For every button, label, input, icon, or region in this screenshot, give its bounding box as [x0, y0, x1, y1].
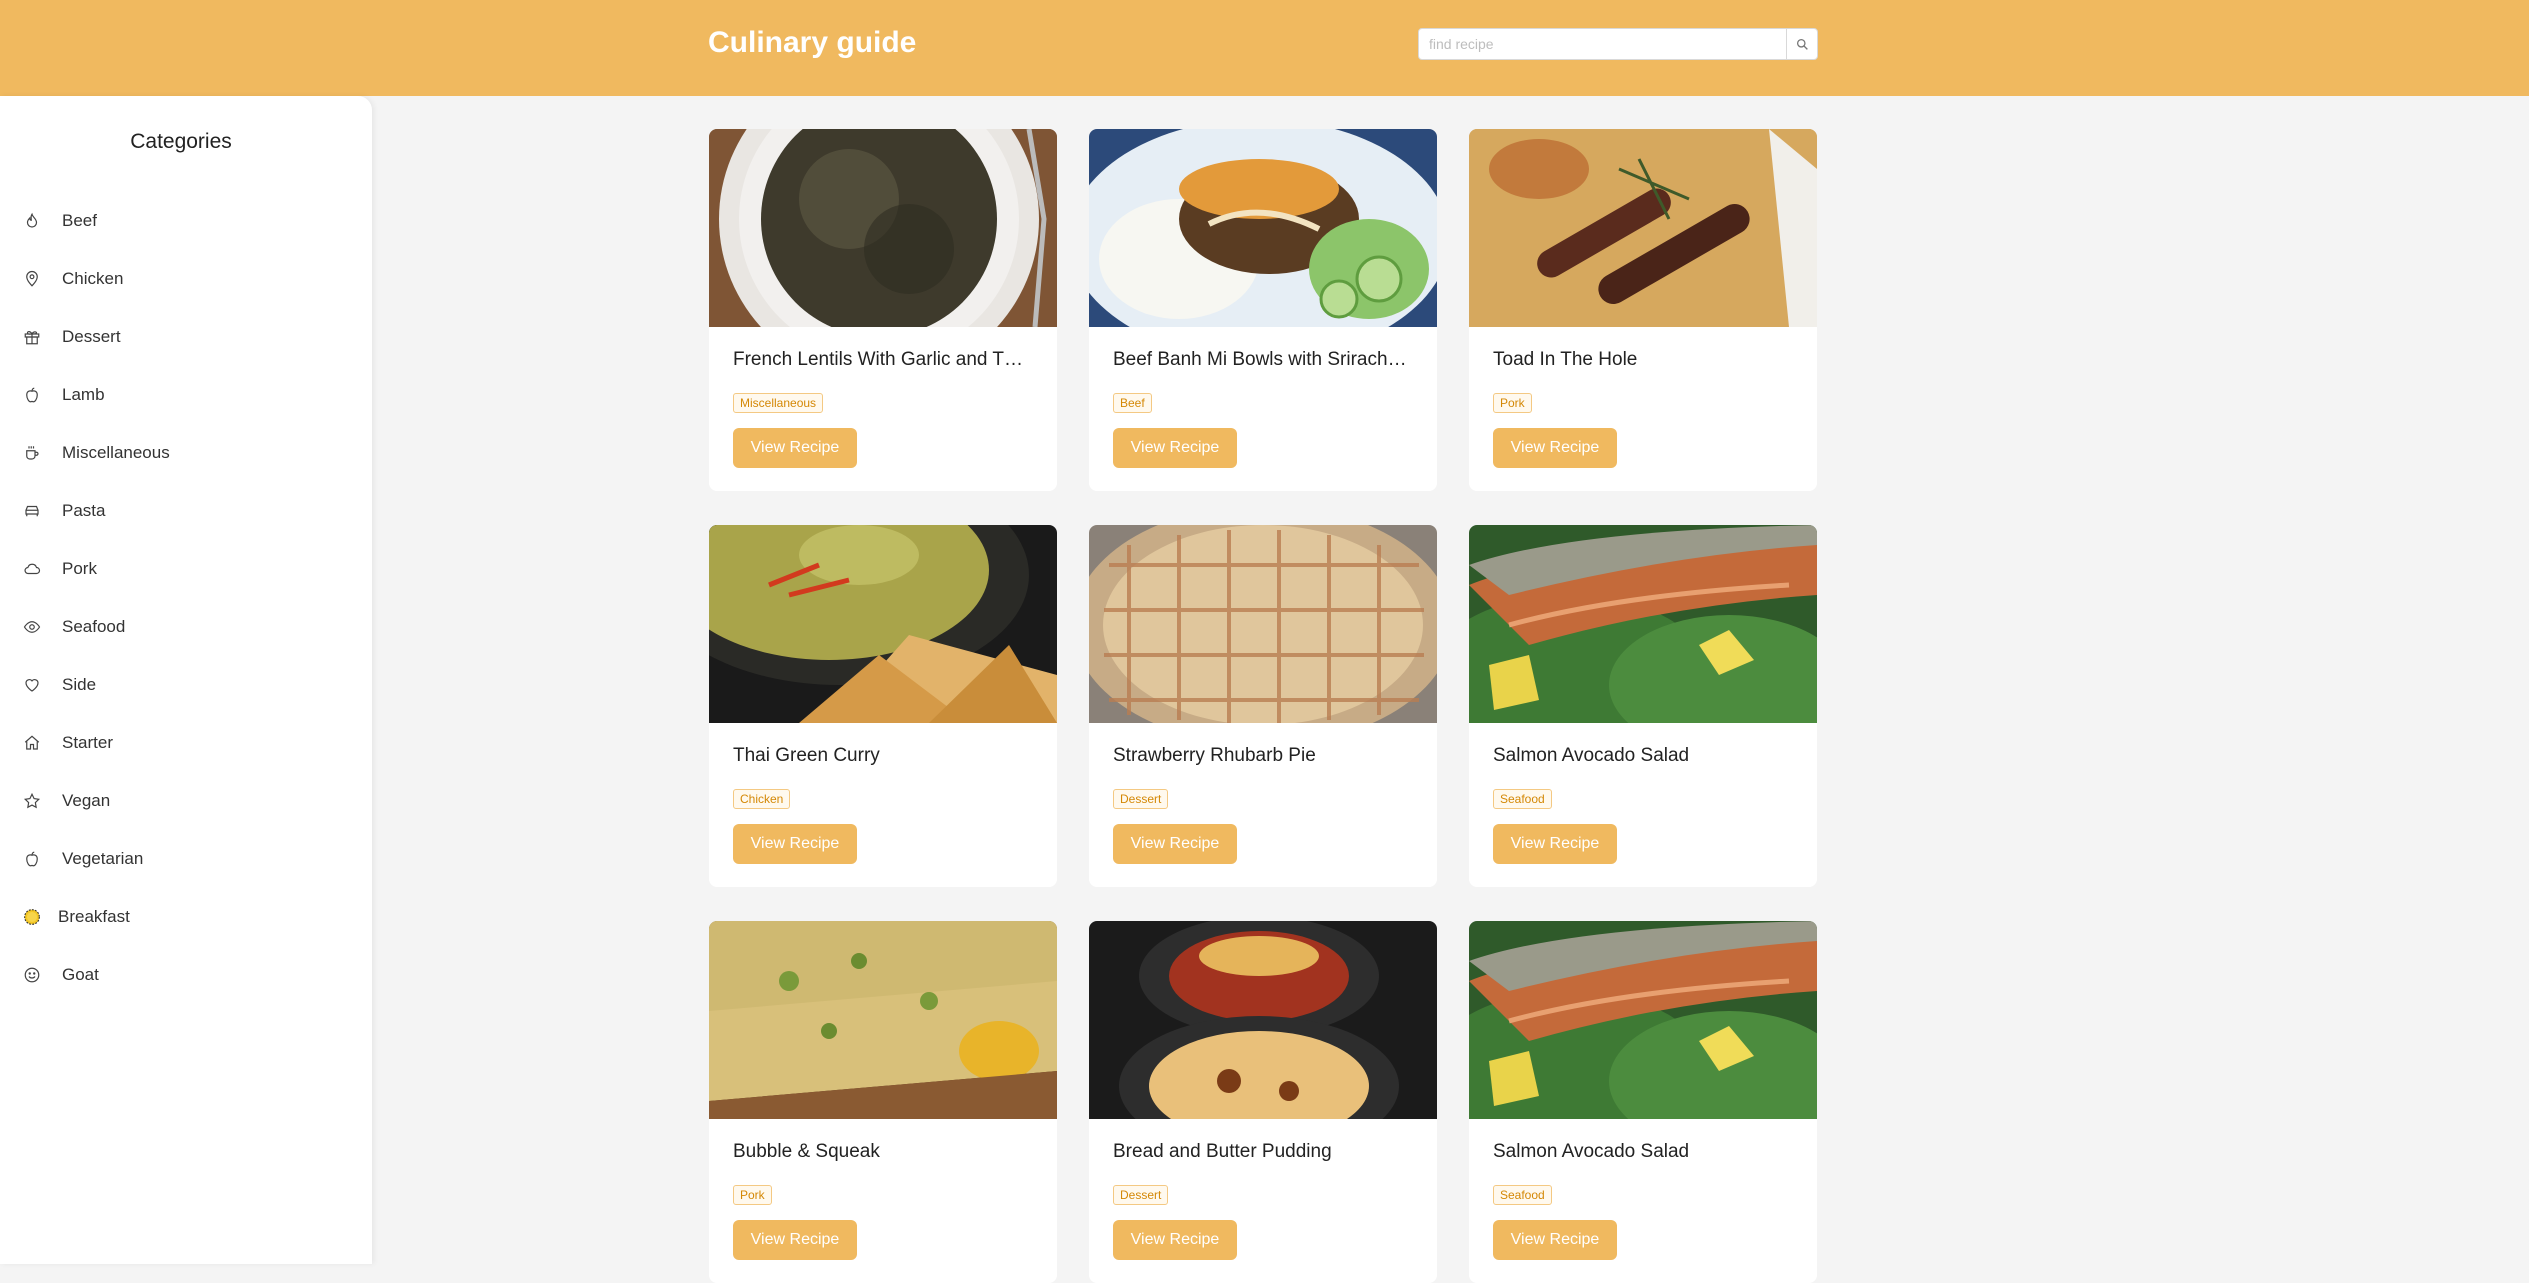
- recipe-card: Bubble & Squeak Pork View Recipe: [709, 921, 1057, 1283]
- view-recipe-button[interactable]: View Recipe: [733, 1220, 857, 1260]
- apple-icon: [20, 847, 44, 871]
- recipe-name: Salmon Avocado Salad: [1493, 745, 1690, 766]
- recipe-image: [709, 525, 1057, 723]
- search-input[interactable]: [1419, 29, 1786, 59]
- sidebar-item-side[interactable]: Side: [20, 665, 340, 705]
- sidebar-item-label: Miscellaneous: [62, 443, 170, 462]
- view-recipe-button[interactable]: View Recipe: [1493, 824, 1617, 864]
- sidebar-item-label: Beef: [62, 211, 97, 230]
- recipe-card: Salmon Avocado Salad Seafood View Recipe: [1469, 921, 1817, 1283]
- recipe-name: Salmon Avocado Salad: [1493, 1141, 1690, 1162]
- sidebar-item-miscellaneous[interactable]: Miscellaneous: [20, 433, 340, 473]
- category-tag: Pork: [733, 1185, 772, 1205]
- recipe-image: [1089, 525, 1437, 723]
- smile-icon: [20, 963, 44, 987]
- sidebar-item-vegan[interactable]: Vegan: [20, 781, 340, 821]
- star-icon: [20, 789, 44, 813]
- search-icon: [1796, 38, 1808, 50]
- apple-icon: [20, 383, 44, 407]
- sidebar-item-lamb[interactable]: Lamb: [20, 375, 340, 415]
- category-tag: Seafood: [1493, 789, 1552, 809]
- view-recipe-button[interactable]: View Recipe: [1493, 428, 1617, 468]
- recipe-card: Beef Banh Mi Bowls with Sriracha Mayo Be…: [1089, 129, 1437, 491]
- sun-icon: [20, 905, 44, 929]
- category-tag: Dessert: [1113, 1185, 1169, 1205]
- sidebar-item-label: Breakfast: [58, 907, 130, 926]
- recipe-image: [1089, 921, 1437, 1119]
- sidebar-item-goat[interactable]: Goat: [20, 955, 340, 995]
- search-button[interactable]: [1786, 29, 1817, 59]
- sidebar-item-label: Dessert: [62, 327, 121, 346]
- sidebar-item-label: Side: [62, 675, 97, 694]
- category-tag: Miscellaneous: [733, 393, 824, 413]
- sidebar-item-chicken[interactable]: Chicken: [20, 259, 340, 299]
- recipe-image: [709, 129, 1057, 327]
- car-icon: [20, 499, 44, 523]
- recipe-name: Beef Banh Mi Bowls with Sriracha Mayo: [1113, 349, 1413, 370]
- recipe-image: [1089, 129, 1437, 327]
- sidebar-item-dessert[interactable]: Dessert: [20, 317, 340, 357]
- recipe-card: Salmon Avocado Salad Seafood View Recipe: [1469, 525, 1817, 887]
- sidebar-item-pasta[interactable]: Pasta: [20, 491, 340, 531]
- recipe-card: Thai Green Curry Chicken View Recipe: [709, 525, 1057, 887]
- category-tag: Pork: [1493, 393, 1532, 413]
- sidebar-item-label: Chicken: [62, 269, 124, 288]
- sidebar-item-breakfast[interactable]: Breakfast: [20, 897, 340, 937]
- gift-icon: [20, 325, 44, 349]
- recipe-image: [1469, 129, 1817, 327]
- heart-icon: [20, 673, 44, 697]
- recipe-image: [709, 921, 1057, 1119]
- cloud-icon: [20, 557, 44, 581]
- recipe-card: Strawberry Rhubarb Pie Dessert View Reci…: [1089, 525, 1437, 887]
- view-recipe-button[interactable]: View Recipe: [733, 824, 857, 864]
- sidebar-item-starter[interactable]: Starter: [20, 723, 340, 763]
- search-box: [1418, 28, 1818, 60]
- recipe-card: French Lentils With Garlic and Thyme Mis…: [709, 129, 1057, 491]
- recipe-card: Bread and Butter Pudding Dessert View Re…: [1089, 921, 1437, 1283]
- sidebar-item-pork[interactable]: Pork: [20, 549, 340, 589]
- sidebar-item-vegetarian[interactable]: Vegetarian: [20, 839, 340, 879]
- sidebar-item-label: Starter: [62, 733, 114, 752]
- sidebar-item-label: Vegan: [62, 791, 111, 810]
- eye-icon: [20, 615, 44, 639]
- category-tag: Chicken: [733, 789, 791, 809]
- location-pin-icon: [20, 267, 44, 291]
- recipe-name: French Lentils With Garlic and Thyme: [733, 349, 1033, 370]
- recipe-card: Toad In The Hole Pork View Recipe: [1469, 129, 1817, 491]
- recipe-name: Thai Green Curry: [733, 745, 880, 766]
- category-tag: Dessert: [1113, 789, 1169, 809]
- recipe-name: Bread and Butter Pudding: [1113, 1141, 1332, 1162]
- view-recipe-button[interactable]: View Recipe: [1493, 1220, 1617, 1260]
- sidebar: Categories Beef Chicken Dessert Lamb Mis…: [0, 96, 372, 1264]
- view-recipe-button[interactable]: View Recipe: [733, 428, 857, 468]
- view-recipe-button[interactable]: View Recipe: [1113, 1220, 1237, 1260]
- recipe-name: Bubble & Squeak: [733, 1141, 880, 1162]
- sidebar-item-label: Goat: [62, 965, 99, 984]
- sidebar-item-label: Lamb: [62, 385, 105, 404]
- app-title: Culinary guide: [708, 26, 917, 59]
- view-recipe-button[interactable]: View Recipe: [1113, 824, 1237, 864]
- coffee-cup-icon: [20, 441, 44, 465]
- recipe-name: Toad In The Hole: [1493, 349, 1638, 370]
- recipe-image: [1469, 525, 1817, 723]
- home-icon: [20, 731, 44, 755]
- category-tag: Beef: [1113, 393, 1152, 413]
- sidebar-item-beef[interactable]: Beef: [20, 201, 340, 241]
- sidebar-item-label: Pork: [62, 559, 97, 578]
- sidebar-item-label: Vegetarian: [62, 849, 144, 868]
- top-header: Culinary guide: [0, 0, 2529, 96]
- sidebar-item-label: Seafood: [62, 617, 126, 636]
- sidebar-title: Categories: [130, 130, 232, 153]
- sidebar-item-seafood[interactable]: Seafood: [20, 607, 340, 647]
- recipe-image: [1469, 921, 1817, 1119]
- fire-icon: [20, 209, 44, 233]
- sidebar-item-label: Pasta: [62, 501, 106, 520]
- recipe-name: Strawberry Rhubarb Pie: [1113, 745, 1316, 766]
- category-tag: Seafood: [1493, 1185, 1552, 1205]
- view-recipe-button[interactable]: View Recipe: [1113, 428, 1237, 468]
